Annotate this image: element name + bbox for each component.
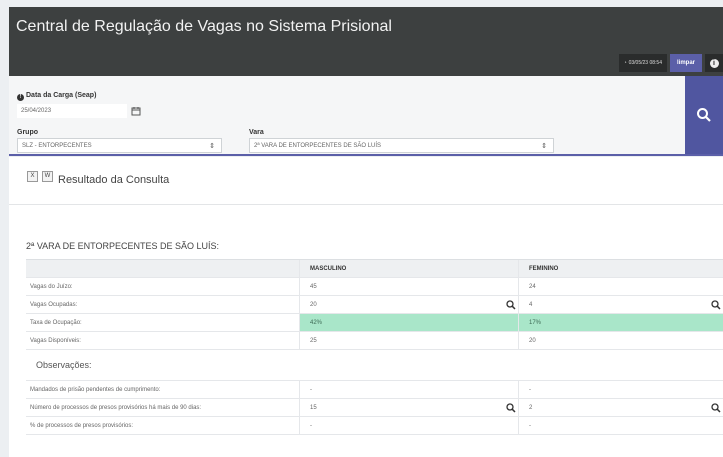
section-title: 2ª VARA DE ENTORPECENTES DE SÃO LUÍS: <box>26 241 220 251</box>
masculino-value: - <box>299 381 518 398</box>
masculino-value: 20 <box>299 296 518 313</box>
filter-panel: ! Data da Carga (Seap) 25/04/2023 Grupo S… <box>9 76 685 154</box>
feminino-value: 4 <box>518 296 723 313</box>
search-icon[interactable] <box>506 403 516 413</box>
search-icon <box>697 108 711 122</box>
export-excel-icon[interactable]: X <box>27 171 38 182</box>
result-table: MASCULINO FEMININO Vagas do Juízo: 45 24… <box>26 259 723 435</box>
feminino-value: 17% <box>518 314 723 331</box>
search-icon[interactable] <box>711 300 721 310</box>
calendar-icon[interactable] <box>131 106 141 116</box>
feminino-value: 24 <box>518 278 723 295</box>
row-label: Vagas Ocupadas: <box>30 301 78 308</box>
masculino-value-text: 20 <box>310 301 317 308</box>
export-word-icon[interactable]: W <box>42 171 53 182</box>
masculino-value-text: 15 <box>310 404 317 411</box>
header-tools: ◔ 03/05/23 08:54 limpar i <box>618 54 723 72</box>
masculino-value: 45 <box>299 278 518 295</box>
feminino-value: - <box>518 417 723 434</box>
result-title: Resultado da Consulta <box>58 174 170 186</box>
data-carga-value: 25/04/2023 <box>21 108 52 114</box>
clear-button[interactable]: limpar <box>669 54 702 72</box>
table-row: Vagas Ocupadas: 20 4 <box>26 296 723 314</box>
data-carga-label: ! Data da Carga (Seap) <box>17 92 96 101</box>
masculino-value: 25 <box>299 332 518 349</box>
row-label: Vagas do Juízo: <box>30 283 73 290</box>
info-icon: ! <box>17 94 24 101</box>
info-button[interactable]: i <box>705 54 723 72</box>
table-row: Vagas Disponíveis: 25 20 <box>26 332 723 350</box>
vara-value: 2ª VARA DE ENTORPECENTES DE SÃO LUÍS <box>254 142 382 149</box>
masculino-value: 15 <box>299 399 518 416</box>
feminino-value: 20 <box>518 332 723 349</box>
page-title: Central de Regulação de Vagas no Sistema… <box>16 18 392 35</box>
observacoes-label: Observações: <box>36 360 92 370</box>
clock-icon: ◔ <box>623 60 627 66</box>
result-card: X W Resultado da Consulta 2ª VARA DE ENT… <box>9 157 723 457</box>
row-label: Vagas Disponíveis: <box>30 337 81 344</box>
grupo-label: Grupo <box>17 129 38 136</box>
grupo-select[interactable]: SLZ - ENTORPECENTES ⇕ <box>17 138 222 153</box>
divider <box>9 154 723 156</box>
grupo-value: SLZ - ENTORPECENTES <box>22 142 92 149</box>
row-label: Número de processos de presos provisório… <box>30 404 202 411</box>
result-header: X W Resultado da Consulta <box>9 157 723 205</box>
timestamp-text: 03/05/23 08:54 <box>628 60 662 66</box>
header-masculino: MASCULINO <box>299 260 518 277</box>
masculino-value: - <box>299 417 518 434</box>
app-header: Central de Regulação de Vagas no Sistema… <box>9 7 723 76</box>
table-row: % de processos de presos provisórios: - … <box>26 417 723 435</box>
feminino-value: 2 <box>518 399 723 416</box>
row-label: % de processos de presos provisórios: <box>30 422 134 429</box>
feminino-value-text: 4 <box>529 301 533 308</box>
observacoes-row: Observações: <box>26 350 723 381</box>
search-icon[interactable] <box>711 403 721 413</box>
select-arrow-icon: ⇕ <box>209 142 215 150</box>
table-row: Taxa de Ocupação: 42% 17% <box>26 314 723 332</box>
feminino-value: - <box>518 381 723 398</box>
header-feminino: FEMININO <box>518 260 723 277</box>
table-row: Mandados de prisão pendentes de cumprime… <box>26 381 723 399</box>
masculino-value: 42% <box>299 314 518 331</box>
vara-select[interactable]: 2ª VARA DE ENTORPECENTES DE SÃO LUÍS ⇕ <box>249 138 554 153</box>
header-cell <box>26 260 299 277</box>
data-carga-input[interactable]: 25/04/2023 <box>17 104 141 118</box>
feminino-value-text: 2 <box>529 404 533 411</box>
info-icon: i <box>709 58 719 68</box>
timestamp-badge: ◔ 03/05/23 08:54 <box>618 54 667 72</box>
row-label: Mandados de prisão pendentes de cumprime… <box>30 386 161 393</box>
table-header-row: MASCULINO FEMININO <box>26 260 723 278</box>
table-row: Vagas do Juízo: 45 24 <box>26 278 723 296</box>
row-label: Taxa de Ocupação: <box>30 319 82 326</box>
table-row: Número de processos de presos provisório… <box>26 399 723 417</box>
select-arrow-icon: ⇕ <box>541 142 547 150</box>
search-button[interactable] <box>685 76 723 154</box>
vara-label: Vara <box>249 129 264 136</box>
search-icon[interactable] <box>506 300 516 310</box>
